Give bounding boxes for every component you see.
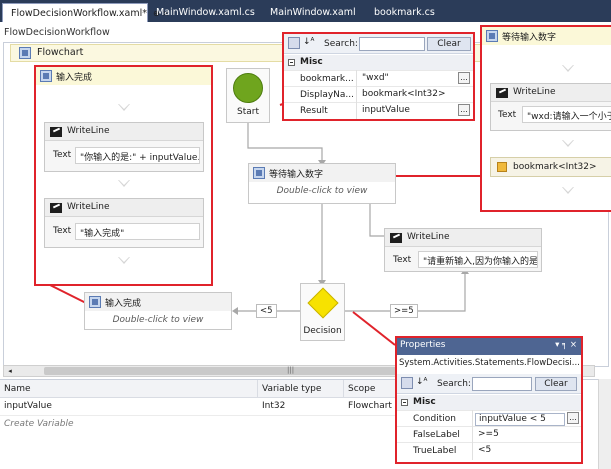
- writeline-title: WriteLine: [67, 126, 110, 136]
- property-row-displayname[interactable]: DisplayNa... bookmark<Int32>: [284, 86, 473, 102]
- property-value[interactable]: >=5: [475, 429, 575, 442]
- writeline-activity-2[interactable]: WriteLine Text "输入完成": [44, 198, 204, 248]
- property-value[interactable]: "wxd": [359, 73, 455, 86]
- search-input[interactable]: [359, 37, 425, 51]
- writeline-icon: [50, 203, 62, 213]
- start-node[interactable]: Start: [226, 68, 270, 123]
- scroll-left-arrow-icon[interactable]: ◂: [4, 366, 16, 376]
- start-label: Start: [237, 107, 259, 117]
- search-input[interactable]: [472, 377, 532, 391]
- activity-title: 输入完成: [105, 299, 142, 309]
- property-value[interactable]: inputValue < 5: [475, 413, 565, 426]
- activity-wait-input[interactable]: 等待输入数字 Double-click to view: [248, 163, 396, 204]
- sequence-title: 输入完成: [56, 73, 93, 83]
- property-row-falselabel[interactable]: FalseLabel >=5: [397, 426, 581, 442]
- writeline-text-field[interactable]: "wxd:请输入一个小于5: [522, 106, 611, 123]
- bookmark-property-grid: ↓ᴬ Search: Clear Misc bookmark... "wxd" …: [282, 32, 475, 121]
- search-label: Search:: [437, 379, 471, 389]
- decision-true-branch-label: >=5: [390, 304, 418, 318]
- writeline-text-field[interactable]: "你输入的是:" + inputValue.: [75, 147, 200, 164]
- ellipsis-button[interactable]: ...: [458, 104, 470, 116]
- writeline-icon: [50, 127, 62, 137]
- property-value[interactable]: <5: [475, 445, 575, 458]
- collapse-icon[interactable]: [288, 59, 295, 66]
- writeline-activity-1[interactable]: WriteLine Text "你输入的是:" + inputValue.: [44, 122, 204, 172]
- categorize-icon[interactable]: [401, 377, 413, 389]
- properties-grid: ↓ᴬ Search: Clear Misc Condition inputVal…: [397, 374, 581, 462]
- decision-diamond-icon: [307, 287, 339, 319]
- sequence-title: 等待输入数字: [502, 33, 557, 43]
- decision-node[interactable]: Decision: [300, 283, 345, 341]
- collapse-icon[interactable]: [401, 399, 408, 406]
- categorize-icon[interactable]: [288, 37, 300, 49]
- properties-window: Properties ▾ ╕ × System.Activities.State…: [395, 336, 583, 464]
- variable-scope-cell[interactable]: Flowchart: [344, 398, 392, 411]
- text-label: Text: [53, 226, 72, 236]
- writeline-text-field[interactable]: "输入完成": [75, 223, 200, 240]
- category-misc[interactable]: Misc: [397, 395, 581, 410]
- property-value[interactable]: bookmark<Int32>: [359, 89, 467, 102]
- writeline-icon: [390, 233, 402, 243]
- ellipsis-button[interactable]: ...: [567, 412, 579, 424]
- sequence-header[interactable]: 等待输入数字: [482, 27, 611, 45]
- decision-false-branch-label: <5: [256, 304, 277, 318]
- text-label: Text: [498, 110, 517, 120]
- writeline-title: WriteLine: [407, 232, 450, 242]
- variables-vertical-scrollbar[interactable]: [598, 379, 611, 469]
- sequence-icon: [253, 167, 265, 179]
- start-circle-icon: [233, 73, 263, 103]
- create-variable-placeholder[interactable]: Create Variable: [0, 416, 74, 429]
- property-value[interactable]: inputValue: [359, 105, 455, 118]
- arrowhead-input-done: [232, 307, 238, 315]
- text-label: Text: [393, 255, 412, 265]
- writeline-retry[interactable]: WriteLine Text "请重新输入,因为你输入的是:: [384, 228, 542, 272]
- text-label: Text: [53, 150, 72, 160]
- sequence-input-done-expanded[interactable]: 输入完成 WriteLine Text "你输入的是:" + inputValu…: [34, 65, 213, 286]
- window-controls-icon[interactable]: ▾ ╕ ×: [555, 340, 577, 350]
- column-header-variable-type[interactable]: Variable type: [258, 380, 344, 398]
- column-header-scope[interactable]: Scope: [344, 380, 396, 398]
- variable-type-cell[interactable]: Int32: [258, 398, 285, 411]
- selected-object-type: System.Activities.Statements.FlowDecisi.…: [399, 358, 580, 368]
- sequence-header[interactable]: 输入完成: [36, 67, 211, 85]
- clear-button[interactable]: Clear: [427, 37, 471, 51]
- property-row-condition[interactable]: Condition inputValue < 5 ...: [397, 410, 581, 426]
- table-row[interactable]: inputValue Int32 Flowchart: [0, 398, 396, 414]
- bookmark-activity-label: bookmark<Int32>: [513, 162, 597, 172]
- ellipsis-button[interactable]: ...: [458, 72, 470, 84]
- clear-button[interactable]: Clear: [535, 377, 577, 391]
- double-click-hint: Double-click to view: [112, 315, 204, 325]
- bookmark-activity[interactable]: bookmark<Int32>: [490, 157, 611, 177]
- callout-line-sequence: [49, 284, 87, 304]
- activity-title: 等待输入数字: [269, 170, 324, 180]
- property-row-result[interactable]: Result inputValue ...: [284, 102, 473, 118]
- category-misc[interactable]: Misc: [284, 55, 473, 70]
- writeline-text-field[interactable]: "请重新输入,因为你输入的是:: [418, 251, 538, 268]
- callout-line-properties: [352, 311, 396, 346]
- properties-title-bar[interactable]: Properties ▾ ╕ ×: [397, 338, 581, 355]
- writeline-activity-prompt[interactable]: WriteLine Text "wxd:请输入一个小于5: [490, 83, 611, 131]
- column-header-name[interactable]: Name: [0, 380, 258, 398]
- sequence-icon: [486, 30, 498, 42]
- decision-label: Decision: [303, 326, 342, 336]
- sequence-wait-input-expanded[interactable]: 等待输入数字 WriteLine Text "wxd:请输入一个小于5 book…: [480, 25, 611, 212]
- sequence-icon: [89, 296, 101, 308]
- properties-title: Properties: [400, 340, 446, 350]
- variable-name-cell[interactable]: inputValue: [0, 398, 52, 411]
- bookmark-activity-icon: [497, 162, 507, 172]
- connector-start-to-wait: [247, 122, 323, 162]
- search-label: Search:: [324, 39, 358, 49]
- create-variable-row[interactable]: Create Variable: [0, 415, 396, 429]
- double-click-hint: Double-click to view: [276, 186, 368, 196]
- activity-input-done[interactable]: 输入完成 Double-click to view: [84, 292, 232, 330]
- sort-alpha-icon[interactable]: ↓ᴬ: [303, 37, 314, 47]
- sort-alpha-icon[interactable]: ↓ᴬ: [416, 377, 427, 387]
- scrollbar-grip-icon: |||: [287, 366, 295, 374]
- property-row-truelabel[interactable]: TrueLabel <5: [397, 442, 581, 458]
- property-row-bookmark-name[interactable]: bookmark... "wxd" ...: [284, 70, 473, 86]
- writeline-title: WriteLine: [67, 202, 110, 212]
- writeline-title: WriteLine: [513, 87, 556, 97]
- sequence-icon: [40, 70, 52, 82]
- writeline-icon: [496, 88, 508, 98]
